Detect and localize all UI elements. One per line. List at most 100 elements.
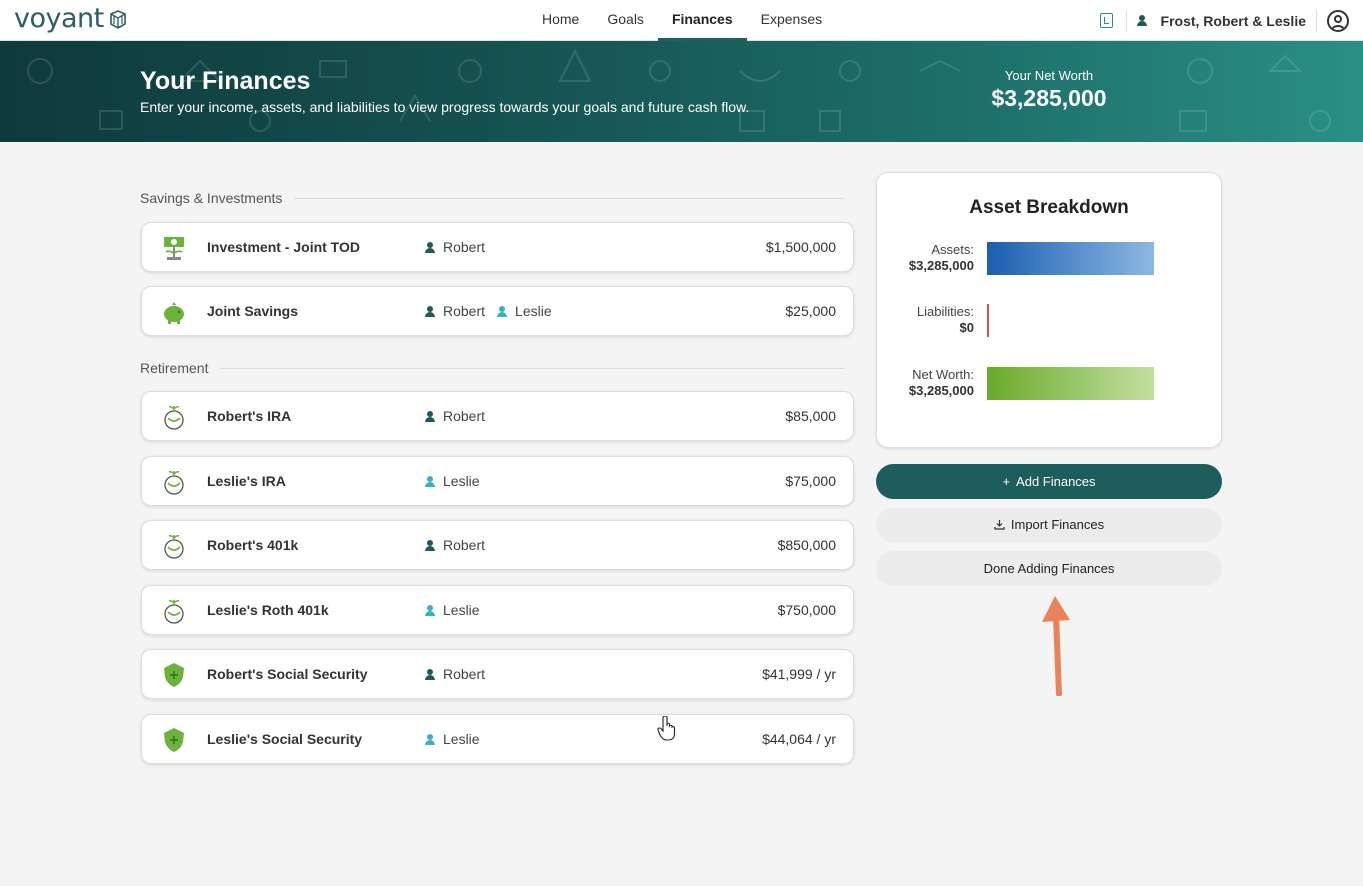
asset-breakdown-panel: Asset Breakdown Assets: $3,285,000 Liabi… [876, 172, 1222, 448]
net-worth-summary: Your Net Worth $3,285,000 [970, 68, 1128, 112]
owner-name: Leslie [443, 602, 480, 618]
nest-egg-icon [164, 406, 184, 430]
finance-card-roberts-401k[interactable]: Robert's 401k Robert $850,000 [141, 520, 854, 570]
hand-cursor-icon [657, 716, 676, 741]
finance-card-roberts-ira[interactable]: Robert's IRA Robert $85,000 [141, 391, 854, 441]
finance-card-investment-joint-tod[interactable]: Investment - Joint TOD Robert $1,500,000 [141, 222, 854, 272]
owner-name: Robert [443, 303, 486, 319]
finance-value: $41,999 / yr [762, 666, 836, 682]
add-finances-button[interactable]: + Add Finances [876, 464, 1222, 499]
breakdown-title: Asset Breakdown [969, 197, 1129, 218]
owner-leslie: Leslie [497, 303, 552, 319]
plus-icon: + [1002, 474, 1011, 489]
divider [1125, 9, 1127, 32]
household-person-icon [1136, 15, 1147, 26]
import-finances-button[interactable]: Import Finances [876, 508, 1222, 542]
owner-name: Robert [443, 239, 486, 255]
breakdown-row-networth: Net Worth: $3,285,000 [877, 367, 1221, 401]
finance-card-leslies-roth-401k[interactable]: Leslie's Roth 401k Leslie $750,000 [141, 585, 854, 635]
account-avatar-icon[interactable] [1327, 9, 1349, 32]
owner-leslie: Leslie [425, 602, 480, 618]
top-nav: voyant Home Goals Finances Expenses Fros… [0, 0, 1363, 41]
networth-label: Net Worth: [912, 367, 974, 382]
owner-list: Leslie [425, 473, 492, 489]
owner-list: Robert [425, 666, 497, 682]
owner-robert: Robert [425, 666, 485, 682]
person-icon [425, 668, 435, 680]
section-title: Retirement [140, 360, 209, 376]
finance-value: $1,500,000 [765, 239, 836, 255]
main-nav: Home Goals Finances Expenses [528, 0, 836, 41]
finance-value: $25,000 [785, 303, 836, 319]
section-header-retirement: Retirement [140, 360, 845, 376]
owner-list: Robert [425, 408, 497, 424]
finance-card-leslies-social-security[interactable]: Leslie's Social Security Leslie $44,064 … [141, 714, 854, 764]
finance-name: Leslie's Social Security [207, 731, 363, 747]
owner-name: Robert [443, 537, 486, 553]
finance-name: Leslie's IRA [207, 473, 286, 489]
person-icon [425, 475, 435, 487]
owner-name: Leslie [515, 303, 552, 319]
finance-card-roberts-social-security[interactable]: Robert's Social Security Robert $41,999 … [141, 649, 854, 699]
finance-value: $750,000 [777, 602, 836, 618]
shield-plus-icon [164, 663, 184, 687]
liabilities-label: Liabilities: [916, 304, 974, 319]
nav-home[interactable]: Home [528, 0, 593, 41]
owner-robert: Robert [425, 408, 485, 424]
import-finances-label: Import Finances [1010, 517, 1105, 532]
finance-name: Joint Savings [207, 303, 299, 319]
owner-list: Leslie [425, 731, 492, 747]
finance-value: $850,000 [777, 537, 836, 553]
done-adding-finances-label: Done Adding Finances [983, 561, 1115, 576]
assets-label: Assets: [931, 242, 974, 257]
download-icon [994, 520, 1005, 530]
person-icon [425, 410, 435, 422]
nav-right: Frost, Robert & Leslie [1099, 0, 1349, 41]
liabilities-value: $0 [959, 320, 974, 335]
owner-robert: Robert [425, 303, 485, 319]
nest-egg-icon [164, 600, 184, 624]
breakdown-row-assets: Assets: $3,285,000 [877, 242, 1221, 276]
voyant-logo[interactable]: voyant [14, 4, 128, 34]
net-worth-value: $3,285,000 [991, 85, 1107, 111]
networth-label-group: Net Worth: $3,285,000 [909, 367, 974, 399]
owner-list: Leslie [425, 602, 492, 618]
nest-egg-icon [164, 535, 184, 559]
finance-card-leslies-ira[interactable]: Leslie's IRA Leslie $75,000 [141, 456, 854, 506]
divider [220, 367, 845, 369]
finance-value: $75,000 [785, 473, 836, 489]
piggy-bank-icon [164, 302, 184, 324]
section-header-savings: Savings & Investments [140, 190, 845, 206]
section-title: Savings & Investments [140, 190, 283, 206]
divider [294, 197, 845, 199]
nav-finances[interactable]: Finances [657, 0, 747, 41]
owner-robert: Robert [425, 239, 485, 255]
owner-name: Leslie [443, 473, 480, 489]
money-plant-icon [164, 237, 184, 260]
annotation-arrow-icon [1042, 596, 1070, 696]
finance-name: Investment - Joint TOD [207, 239, 360, 255]
page-subtitle: Enter your income, assets, and liabiliti… [140, 99, 750, 115]
page-title: Your Finances [140, 67, 311, 95]
logo-text: voyant [14, 3, 104, 34]
assets-bar [987, 242, 1154, 275]
net-worth-label: Your Net Worth [1004, 68, 1094, 83]
owner-name: Leslie [443, 731, 480, 747]
logo-mark-icon [109, 10, 126, 29]
owner-list: Robert Leslie [425, 303, 564, 319]
liabilities-label-group: Liabilities: $0 [917, 304, 974, 336]
person-icon [425, 241, 435, 253]
finance-card-joint-savings[interactable]: Joint Savings Robert Leslie $25,000 [141, 286, 854, 336]
nav-goals[interactable]: Goals [593, 0, 658, 41]
done-adding-finances-button[interactable]: Done Adding Finances [876, 551, 1222, 586]
add-finances-label: Add Finances [1016, 474, 1096, 489]
assets-value: $3,285,000 [908, 258, 974, 273]
household-name[interactable]: Frost, Robert & Leslie [1161, 13, 1306, 29]
divider [1316, 9, 1317, 32]
owner-leslie: Leslie [425, 473, 480, 489]
report-icon[interactable] [1099, 13, 1113, 28]
owner-robert: Robert [425, 537, 485, 553]
shield-plus-icon [164, 728, 184, 752]
nav-expenses[interactable]: Expenses [747, 0, 836, 41]
networth-value: $3,285,000 [908, 383, 974, 398]
